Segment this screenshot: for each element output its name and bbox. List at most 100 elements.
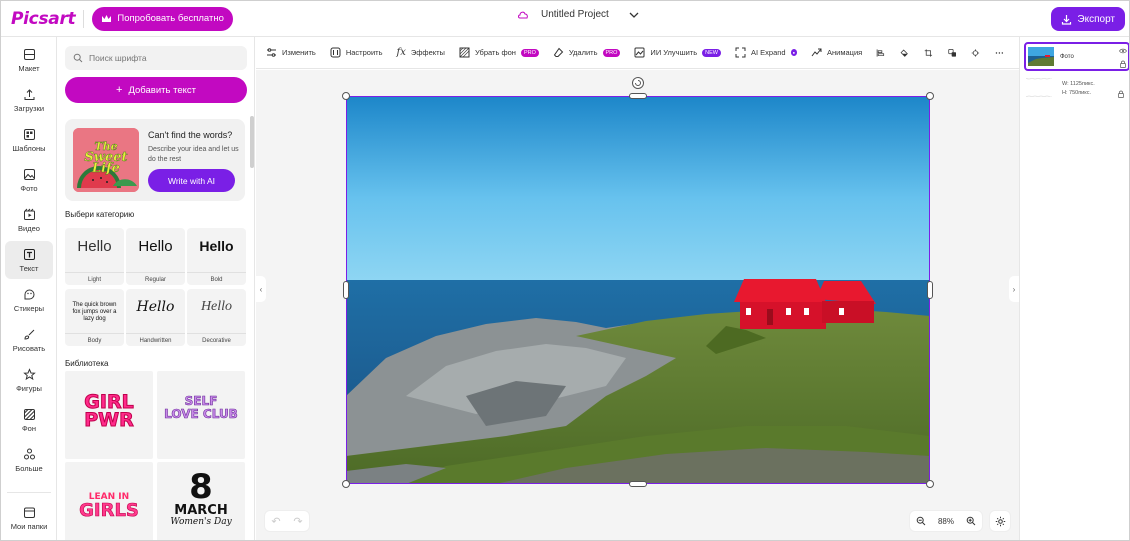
resize-handle-top[interactable]: [629, 93, 647, 99]
rail-item-stickers[interactable]: Стикеры: [5, 281, 53, 319]
layers-panel: Фото W: 1125пикс. H: 750пикс.: [1019, 37, 1129, 540]
card-divider: [65, 272, 124, 273]
crop-icon[interactable]: [924, 47, 933, 59]
rail-item-layout[interactable]: Макет: [5, 41, 53, 79]
resize-handle-top-left[interactable]: [342, 92, 350, 100]
add-text-button[interactable]: + Добавить текст: [65, 77, 247, 103]
eraser-icon: [553, 47, 564, 57]
layer-background[interactable]: W: 1125пикс. H: 750пикс.: [1024, 75, 1129, 104]
lock-icon[interactable]: [1117, 90, 1125, 98]
zoom-out-icon[interactable]: [916, 516, 926, 526]
tool-label: AI Expand: [750, 48, 786, 57]
font-search[interactable]: [65, 46, 247, 70]
rotate-handle[interactable]: [632, 77, 644, 89]
style-card-regular[interactable]: Hello Regular: [126, 228, 185, 285]
rail-label: Фигуры: [16, 383, 42, 393]
card-divider: [65, 333, 124, 334]
rail-label: Загрузки: [13, 103, 45, 113]
tool-remove-bg[interactable]: Убрать фон PRO: [459, 47, 539, 58]
sticker-line: LOVE CLUB: [164, 407, 238, 421]
fill-icon[interactable]: [900, 47, 909, 59]
font-search-input[interactable]: [89, 53, 229, 63]
tool-animation[interactable]: Анимация: [811, 47, 862, 58]
undo-icon[interactable]: ↶: [271, 515, 280, 528]
resize-handle-left[interactable]: [343, 281, 349, 299]
layer-thumbnail: [1026, 78, 1052, 97]
tool-erase[interactable]: Удалить PRO: [553, 47, 621, 58]
crown-icon: [102, 15, 112, 22]
layer-width: W: 1125пикс.: [1062, 81, 1095, 87]
eye-icon[interactable]: [1119, 47, 1127, 55]
try-free-button[interactable]: Попробовать бесплатно: [92, 6, 233, 31]
rail-item-text[interactable]: Текст: [5, 241, 53, 279]
rail-item-background[interactable]: Фон: [5, 401, 53, 439]
picsart-logo[interactable]: Picsart: [11, 9, 76, 29]
layer-height: H: 750пикс.: [1062, 90, 1092, 96]
rail-item-my-folders[interactable]: Мои папки: [5, 499, 53, 537]
collapse-left-panel-button[interactable]: ‹: [256, 276, 266, 302]
rail-item-uploads[interactable]: Загрузки: [5, 81, 53, 119]
style-caption: Regular: [144, 277, 166, 283]
more-grid-icon: [23, 448, 35, 459]
tool-adjust[interactable]: Настроить: [330, 47, 383, 58]
plus-icon: +: [116, 84, 123, 96]
layer-name: Фото: [1060, 54, 1074, 60]
more-icon[interactable]: [995, 47, 1004, 59]
replace-icon[interactable]: [947, 47, 957, 59]
tool-edit[interactable]: Изменить: [266, 47, 316, 58]
zoom-in-icon[interactable]: [966, 516, 976, 526]
project-title-dropdown[interactable]: Untitled Project: [517, 9, 639, 20]
resize-handle-right[interactable]: [927, 281, 933, 299]
zoom-level[interactable]: 88%: [938, 517, 954, 526]
library-item-self-love-club[interactable]: SELF LOVE CLUB: [157, 371, 245, 459]
promo-title: Can't find the words?: [148, 130, 233, 140]
rail-item-video[interactable]: Видео: [5, 201, 53, 239]
resize-handle-bottom[interactable]: [629, 481, 647, 487]
resize-handle-top-right[interactable]: [926, 92, 934, 100]
arrange-icon[interactable]: [971, 47, 980, 59]
style-card-decorative[interactable]: Hello Decorative: [187, 289, 246, 346]
collapse-right-panel-button[interactable]: ›: [1009, 276, 1019, 302]
library-item-lean-in-girls[interactable]: LEAN IN GIRLS: [65, 462, 153, 540]
rail-item-shapes[interactable]: Фигуры: [5, 361, 53, 399]
text-panel: + Добавить текст The Sweet Life Can't fi…: [57, 37, 255, 540]
rail-item-photo[interactable]: Фото: [5, 161, 53, 199]
align-icon[interactable]: [876, 47, 885, 59]
tool-effects[interactable]: fx Эффекты: [397, 47, 445, 58]
photo-icon: [23, 168, 35, 180]
zoom-control: 88%: [909, 510, 983, 532]
tool-ai-expand[interactable]: AI Expand ●: [735, 47, 798, 58]
sticker-line: 8: [189, 467, 213, 507]
sticker-text: LEAN IN GIRLS: [65, 490, 153, 520]
panel-scrollbar[interactable]: [250, 116, 254, 168]
rail-label: Шаблоны: [12, 143, 46, 153]
rail-item-templates[interactable]: Шаблоны: [5, 121, 53, 159]
style-card-body[interactable]: The quick brown fox jumps over a lazy do…: [65, 289, 124, 346]
ai-writer-promo: The Sweet Life Can't find the words? Des…: [65, 119, 245, 201]
style-card-bold[interactable]: Hello Bold: [187, 228, 246, 285]
remove-bg-icon: [459, 47, 470, 58]
resize-handle-bottom-right[interactable]: [926, 480, 934, 488]
library-item-girl-pwr[interactable]: GIRL PWR: [65, 371, 153, 459]
sticker-text: GIRL PWR: [65, 392, 153, 430]
pro-badge: PRO: [602, 48, 621, 57]
adjust-icon: [330, 47, 341, 58]
tool-ai-enhance[interactable]: ИИ Улучшить NEW: [634, 47, 721, 58]
export-button[interactable]: Экспорт: [1051, 7, 1125, 31]
write-with-ai-button[interactable]: Write with AI: [148, 169, 235, 192]
card-divider: [187, 272, 246, 273]
resize-handle-bottom-left[interactable]: [342, 480, 350, 488]
canvas-settings-button[interactable]: [989, 510, 1011, 532]
edit-icon: [267, 48, 276, 57]
sticker-line: Women's Day: [170, 517, 232, 527]
lock-icon[interactable]: [1119, 60, 1127, 68]
library-item-8-march[interactable]: 8 MARCH Women's Day: [157, 462, 245, 540]
style-card-handwritten[interactable]: Hello Handwritten: [126, 289, 185, 346]
rail-item-more[interactable]: Больше: [5, 441, 53, 479]
sticker-line: MARCH: [174, 503, 228, 518]
rail-item-draw[interactable]: Рисовать: [5, 321, 53, 359]
style-card-light[interactable]: Hello Light: [65, 228, 124, 285]
layer-photo[interactable]: Фото: [1024, 42, 1129, 71]
tool-label: ИИ Улучшить: [650, 48, 698, 57]
redo-icon[interactable]: ↷: [293, 515, 302, 528]
